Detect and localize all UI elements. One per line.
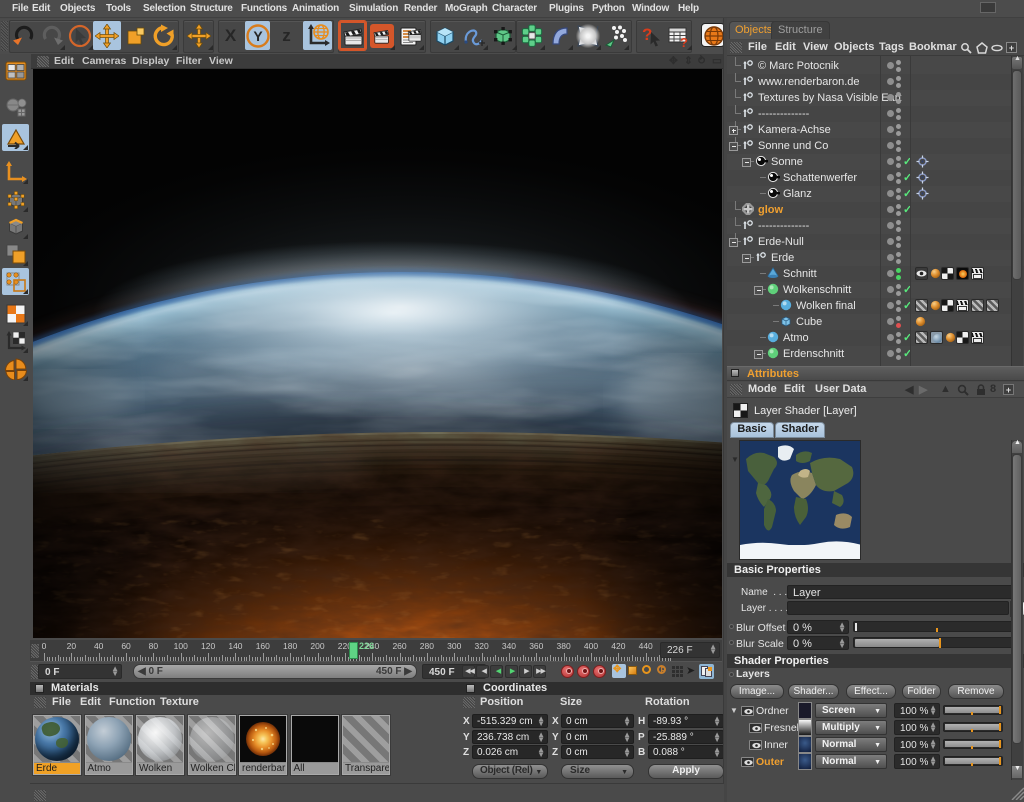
svg-text:Y: Y bbox=[253, 28, 263, 44]
